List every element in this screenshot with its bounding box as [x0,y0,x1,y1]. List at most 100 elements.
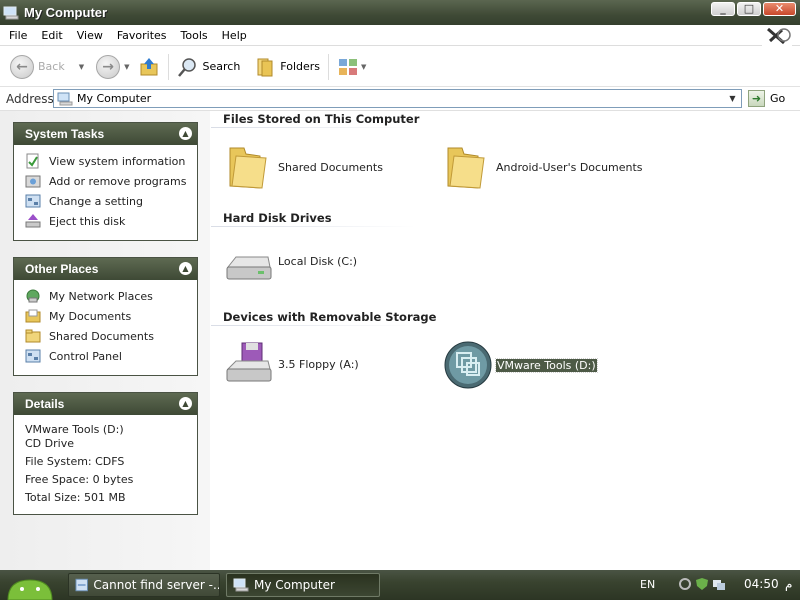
system-tasks-title: System Tasks [25,127,105,141]
language-indicator[interactable]: EN [640,578,655,591]
menu-view[interactable]: View [70,29,110,42]
go-label: Go [770,92,786,105]
hard-drive-icon [226,256,272,280]
folder-icon [229,147,267,189]
go-arrow-icon: ➜ [748,90,765,107]
forward-button[interactable]: → ▼ [92,51,133,83]
task-view-system-info[interactable]: View system information [25,151,197,171]
item-floppy-a[interactable]: 3.5 Floppy (A:) [224,341,359,387]
address-input[interactable]: My Computer ▼ [53,89,742,108]
details-panel: Details ▲ VMware Tools (D:) CD Drive Fil… [13,392,198,515]
details-file-system: File System: CDFS [25,455,125,468]
start-button[interactable] [0,570,62,600]
up-folder-button[interactable] [134,51,164,83]
search-label: Search [202,60,241,73]
item-shared-documents[interactable]: Shared Documents [226,144,383,190]
group-title-hard-disk-drives: Hard Disk Drives [223,211,332,225]
other-places-header[interactable]: Other Places ▲ [14,258,197,280]
system-tasks-header[interactable]: System Tasks ▲ [14,123,197,145]
collapse-icon[interactable]: ▲ [179,127,192,140]
network-icon[interactable] [712,577,726,591]
task-change-setting[interactable]: Change a setting [25,191,197,211]
forward-arrow-icon: → [96,54,121,79]
place-control-panel[interactable]: Control Panel [25,346,197,366]
eject-icon [25,214,41,228]
add-remove-programs-icon [25,175,41,188]
back-dropdown-icon[interactable]: ▼ [79,63,84,71]
clock-ampm: م [785,577,793,591]
internet-explorer-icon [75,578,88,592]
window-title: My Computer [24,5,108,20]
my-computer-icon [233,578,249,592]
item-vmware-tools-d[interactable]: VMware Tools (D:) [444,341,598,389]
folders-icon [257,58,273,76]
details-free-space: Free Space: 0 bytes [25,473,134,486]
maximize-icon: □ [743,2,755,15]
my-documents-icon [25,309,41,323]
collapse-icon[interactable]: ▲ [179,397,192,410]
item-label-selected: VMware Tools (D:) [495,357,598,373]
close-icon: ✕ [774,2,785,15]
system-tray: EN 04:50 م [640,570,800,600]
taskbar: Cannot find server -... My Computer EN 0… [0,570,800,600]
group-divider [211,325,415,326]
details-header[interactable]: Details ▲ [14,393,197,415]
group-divider [211,226,415,227]
minimize-icon: _ [720,2,726,15]
place-my-documents[interactable]: My Documents [25,306,197,326]
shield-icon[interactable] [695,577,709,591]
item-android-user-documents[interactable]: Android-User's Documents [444,144,643,190]
forward-dropdown-icon[interactable]: ▼ [124,63,129,71]
go-button[interactable]: ➜ Go [748,90,785,107]
item-label: Shared Documents [278,160,383,174]
other-places-title: Other Places [25,262,99,276]
views-dropdown-icon[interactable]: ▼ [361,63,366,71]
menu-help[interactable]: Help [215,29,254,42]
taskbar-task-browser[interactable]: Cannot find server -... [68,573,220,597]
task-pane: System Tasks ▲ View system information A… [0,111,210,570]
group-title-files-stored: Files Stored on This Computer [223,112,420,126]
toolbar: ← Back ▼ → ▼ Search Folders ▼ [0,47,800,87]
close-button[interactable]: ✕ [763,2,796,16]
address-value: My Computer [77,92,152,105]
task-add-remove-programs[interactable]: Add or remove programs [25,171,197,191]
android-logo-icon [7,579,53,600]
floppy-drive-icon [226,342,272,382]
content-area[interactable]: Files Stored on This Computer Shared Doc… [210,111,800,570]
folder-icon [25,329,41,343]
address-bar: Address My Computer ▼ ➜ Go [0,88,800,111]
control-panel-icon [25,349,41,363]
my-computer-icon [57,92,73,105]
folder-icon [447,147,485,189]
address-label: Address [6,92,54,106]
group-title-removable-storage: Devices with Removable Storage [223,310,437,324]
taskbar-task-my-computer[interactable]: My Computer [226,573,380,597]
maximize-button[interactable]: □ [737,2,761,16]
details-title: Details [25,397,65,411]
menu-edit[interactable]: Edit [34,29,69,42]
details-name: VMware Tools (D:) [25,423,124,436]
title-bar[interactable]: My Computer _ □ ✕ [0,0,800,25]
menu-tools[interactable]: Tools [174,29,215,42]
task-eject-disk[interactable]: Eject this disk [25,211,197,231]
collapse-icon[interactable]: ▲ [179,262,192,275]
place-my-network-places[interactable]: My Network Places [25,286,197,306]
back-button[interactable]: ← Back ▼ [6,51,88,83]
toolbar-separator [328,53,330,80]
clock[interactable]: 04:50 [744,577,779,591]
folders-button[interactable]: Folders [250,51,324,83]
details-type: CD Drive [25,437,74,450]
views-button[interactable]: ▼ [333,51,370,83]
address-dropdown-icon[interactable]: ▼ [725,91,740,106]
place-shared-documents[interactable]: Shared Documents [25,326,197,346]
vmware-cd-icon [444,341,492,389]
menu-file[interactable]: File [0,29,34,42]
menu-favorites[interactable]: Favorites [110,29,174,42]
minimize-button[interactable]: _ [711,2,735,16]
item-label: Local Disk (C:) [278,254,358,268]
item-local-disk-c[interactable]: Local Disk (C:) [224,249,357,285]
sync-icon[interactable] [678,577,692,591]
system-info-icon [26,153,39,169]
search-button[interactable]: Search [173,51,245,83]
folders-label: Folders [280,60,321,73]
